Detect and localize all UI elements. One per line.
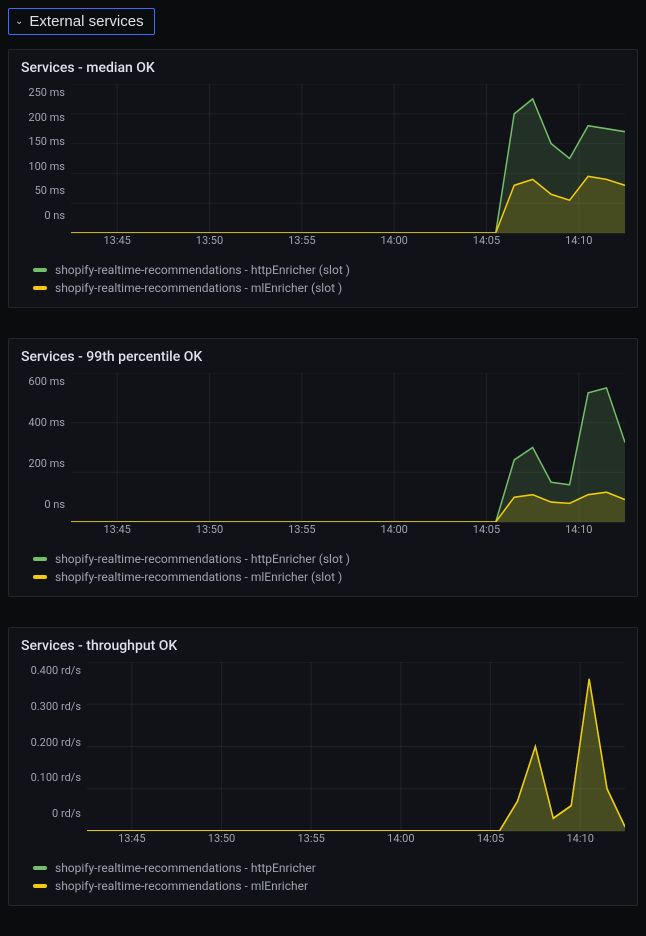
x-axis: 13:45 13:50 13:55 14:00 14:05 14:10 xyxy=(71,234,625,247)
chart-svg xyxy=(71,84,625,233)
legend-item-mlenricher[interactable]: shopify-realtime-recommendations - mlEnr… xyxy=(33,281,623,295)
legend-item-httpenricher[interactable]: shopify-realtime-recommendations - httpE… xyxy=(33,263,623,277)
y-axis: 600 ms 400 ms 200 ms 0 ns xyxy=(13,373,71,523)
legend-label: shopify-realtime-recommendations - mlEnr… xyxy=(55,879,308,893)
legend-swatch-icon xyxy=(33,286,47,290)
legend: shopify-realtime-recommendations - httpE… xyxy=(9,257,637,307)
chart-series xyxy=(71,99,625,233)
panel-services-throughput: Services - throughput OK 0.400 rd/s 0.30… xyxy=(8,627,638,906)
y-axis: 250 ms 200 ms 150 ms 100 ms 50 ms 0 ns xyxy=(13,84,71,234)
legend-label: shopify-realtime-recommendations - mlEnr… xyxy=(55,281,342,295)
x-axis: 13:45 13:50 13:55 14:00 14:05 14:10 xyxy=(71,523,625,536)
panel-title: Services - 99th percentile OK xyxy=(9,339,637,373)
legend-item-mlenricher[interactable]: shopify-realtime-recommendations - mlEnr… xyxy=(33,570,623,584)
chart-plot[interactable] xyxy=(71,84,625,234)
chart-plot[interactable] xyxy=(87,662,625,832)
legend-item-httpenricher[interactable]: shopify-realtime-recommendations - httpE… xyxy=(33,552,623,566)
chart-svg xyxy=(71,373,625,522)
legend-label: shopify-realtime-recommendations - httpE… xyxy=(55,552,350,566)
chart-series xyxy=(87,679,625,831)
legend-label: shopify-realtime-recommendations - mlEnr… xyxy=(55,570,342,584)
chart-series xyxy=(71,388,625,522)
panel-services-median: Services - median OK 250 ms 200 ms 150 m… xyxy=(8,49,638,308)
legend-label: shopify-realtime-recommendations - httpE… xyxy=(55,263,350,277)
chart-area[interactable]: 0.400 rd/s 0.300 rd/s 0.200 rd/s 0.100 r… xyxy=(13,662,625,832)
chart-plot[interactable] xyxy=(71,373,625,523)
legend-swatch-icon xyxy=(33,866,47,870)
chart-area[interactable]: 600 ms 400 ms 200 ms 0 ns xyxy=(13,373,625,523)
panel-services-p99: Services - 99th percentile OK 600 ms 400… xyxy=(8,338,638,597)
legend-swatch-icon xyxy=(33,557,47,561)
legend: shopify-realtime-recommendations - httpE… xyxy=(9,855,637,905)
chart-area[interactable]: 250 ms 200 ms 150 ms 100 ms 50 ms 0 ns xyxy=(13,84,625,234)
legend-item-mlenricher[interactable]: shopify-realtime-recommendations - mlEnr… xyxy=(33,879,623,893)
legend-label: shopify-realtime-recommendations - httpE… xyxy=(55,861,316,875)
section-title: External services xyxy=(29,13,143,30)
x-axis: 13:45 13:50 13:55 14:00 14:05 14:10 xyxy=(87,832,625,845)
legend-swatch-icon xyxy=(33,575,47,579)
legend-swatch-icon xyxy=(33,268,47,272)
panel-title: Services - median OK xyxy=(9,50,637,84)
legend-swatch-icon xyxy=(33,884,47,888)
panel-title: Services - throughput OK xyxy=(9,628,637,662)
chart-svg xyxy=(87,662,625,831)
legend-item-httpenricher[interactable]: shopify-realtime-recommendations - httpE… xyxy=(33,861,623,875)
section-toggle-external-services[interactable]: ⌄ External services xyxy=(8,8,155,35)
legend: shopify-realtime-recommendations - httpE… xyxy=(9,546,637,596)
chevron-down-icon: ⌄ xyxy=(15,16,23,27)
y-axis: 0.400 rd/s 0.300 rd/s 0.200 rd/s 0.100 r… xyxy=(13,662,87,832)
